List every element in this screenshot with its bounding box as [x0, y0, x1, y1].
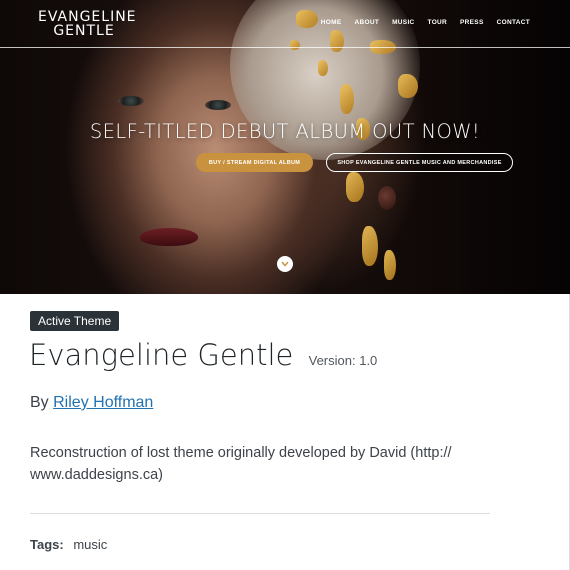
theme-title: Evangeline Gentle Version: 1.0 — [29, 338, 377, 372]
theme-name: Evangeline Gentle — [29, 338, 294, 372]
theme-details: Active Theme Evangeline Gentle Version: … — [0, 294, 570, 570]
tags-value: music — [73, 537, 108, 552]
logo-line-1: EVANGELINE — [38, 9, 137, 25]
hero-photo-lips — [140, 228, 198, 246]
status-badge: Active Theme — [30, 311, 120, 331]
hero-photo-earring — [378, 186, 396, 210]
theme-version: Version: 1.0 — [308, 353, 378, 368]
preview-logo[interactable]: EVANGELINE GENTLE — [38, 9, 137, 39]
hero-headline: SELF-TITLED DEBUT ALBUM OUT NOW! — [89, 120, 481, 143]
author-prefix: By — [30, 394, 49, 411]
nav-contact[interactable]: CONTACT — [484, 19, 530, 26]
theme-description: Reconstruction of lost theme originally … — [30, 445, 452, 483]
nav-press[interactable]: PRESS — [447, 19, 484, 26]
preview-header: EVANGELINE GENTLE HOME ABOUT MUSIC TOUR … — [0, 0, 570, 48]
author-link[interactable]: Riley Hoffman — [53, 394, 153, 411]
chevron-down-icon — [281, 261, 289, 267]
gold-leaf-decoration — [384, 250, 396, 280]
gold-leaf-decoration — [346, 172, 364, 202]
tags-label: Tags: — [30, 537, 64, 552]
gold-leaf-decoration — [362, 226, 378, 266]
divider — [30, 513, 490, 514]
nav-about[interactable]: ABOUT — [341, 19, 379, 26]
buy-stream-button[interactable]: BUY / STREAM DIGITAL ALBUM — [196, 153, 313, 172]
nav-music[interactable]: MUSIC — [379, 19, 414, 26]
gold-leaf-decoration — [318, 60, 328, 76]
gold-leaf-decoration — [398, 74, 418, 98]
hero-photo-eye-left — [118, 96, 144, 106]
gold-leaf-decoration — [340, 84, 354, 114]
scroll-down-button[interactable] — [277, 256, 293, 272]
theme-tags: Tags: music — [30, 537, 107, 552]
theme-author: By Riley Hoffman — [30, 394, 153, 412]
preview-nav: HOME ABOUT MUSIC TOUR PRESS CONTACT — [308, 19, 530, 26]
nav-home[interactable]: HOME — [308, 19, 342, 26]
hero-photo-eye-right — [205, 100, 231, 110]
theme-screenshot: EVANGELINE GENTLE HOME ABOUT MUSIC TOUR … — [0, 0, 570, 294]
shop-merch-button[interactable]: SHOP EVANGELINE GENTLE MUSIC AND MERCHAN… — [326, 153, 513, 172]
logo-line-2: GENTLE — [53, 23, 115, 39]
nav-tour[interactable]: TOUR — [415, 19, 448, 26]
